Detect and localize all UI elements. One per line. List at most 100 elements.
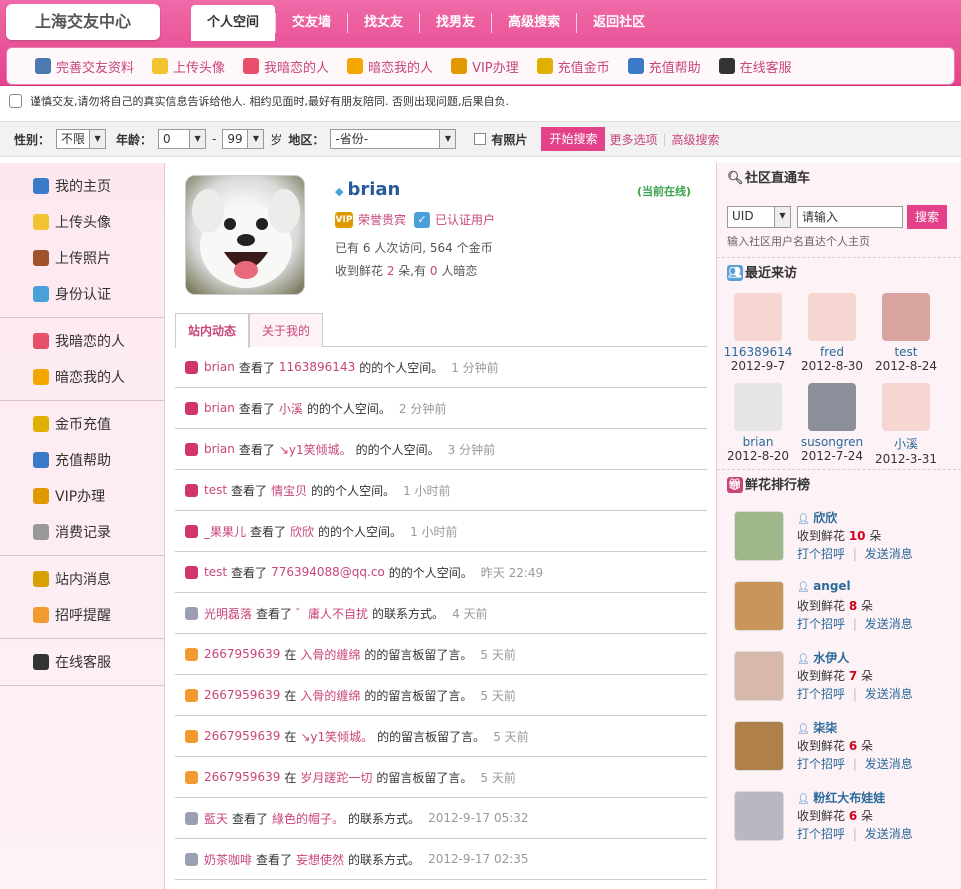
say-hi-link[interactable]: 打个招呼 (797, 827, 845, 841)
feed-target-link[interactable]: 情宝贝 (271, 482, 307, 499)
sidebar-item[interactable]: 充值帮助 (0, 442, 164, 478)
subnav-item-6[interactable]: 充值帮助 (627, 57, 701, 76)
sidebar-item[interactable]: 站内消息 (0, 561, 164, 597)
profile-avatar[interactable] (185, 175, 305, 295)
sidebar-item[interactable]: 我暗恋的人 (0, 323, 164, 359)
visitor-avatar[interactable] (882, 383, 930, 431)
rank-name[interactable]: 👤︎ 粉红大布娃娃 (797, 789, 885, 806)
rank-name[interactable]: 👤︎ 柒柒 (797, 719, 837, 736)
visitor-name[interactable]: 小溪 (869, 435, 943, 452)
feed-user-link[interactable]: brian (204, 401, 235, 415)
feed-user-link[interactable]: brian (204, 442, 235, 456)
uid-select[interactable]: UID ▼ (727, 206, 791, 228)
sidebar-item[interactable]: 金币充值 (0, 406, 164, 442)
age-to-select[interactable]: 99 ▼ (222, 129, 265, 149)
nav-find-girlfriend[interactable]: 找女友 (348, 5, 419, 41)
feed-target-link[interactable]: 1163896143 (279, 360, 355, 374)
rank-avatar[interactable] (734, 721, 784, 771)
send-message-link[interactable]: 发送消息 (865, 687, 913, 701)
visitor-avatar[interactable] (734, 293, 782, 341)
sidebar-item[interactable]: 暗恋我的人 (0, 359, 164, 395)
photo-checkbox[interactable] (474, 133, 487, 145)
visitor-name[interactable]: brian (721, 435, 795, 449)
subnav-item-1[interactable]: 上传头像 (152, 57, 225, 76)
send-message-link[interactable]: 发送消息 (865, 617, 913, 631)
feed-target-link[interactable]: 776394088@qq.co (271, 565, 385, 579)
say-hi-link[interactable]: 打个招呼 (797, 757, 845, 771)
visitor-avatar[interactable] (808, 383, 856, 431)
rank-avatar[interactable] (734, 791, 784, 841)
visitor-card[interactable]: 116389614 2012-9-7 (721, 289, 795, 379)
visitor-card[interactable]: brian 2012-8-20 (721, 379, 795, 469)
visitor-card[interactable]: susongren 2012-7-24 (795, 379, 869, 469)
sidebar-item[interactable]: 上传头像 (0, 204, 164, 240)
more-options-link[interactable]: 更多选项 (609, 131, 657, 148)
sidebar-item[interactable]: 我的主页 (0, 168, 164, 204)
send-message-link[interactable]: 发送消息 (865, 827, 913, 841)
feed-target-link[interactable]: 入骨的缠绵 (300, 687, 360, 704)
tab-about-me[interactable]: 关于我的 (249, 313, 324, 347)
visitor-name[interactable]: fred (795, 345, 869, 359)
crush-count[interactable]: 0 (430, 264, 438, 278)
subnav-item-0[interactable]: 完善交友资料 (35, 57, 134, 76)
feed-target-link[interactable]: ↘y1笑倾城。 (300, 728, 373, 745)
feed-target-link[interactable]: 小溪 (279, 400, 303, 417)
feed-user-link[interactable]: 2667959639 (204, 770, 280, 784)
site-logo[interactable]: 上海交友中心 (6, 4, 160, 40)
visitor-name[interactable]: susongren (795, 435, 869, 449)
feed-user-link[interactable]: test (204, 565, 227, 579)
nav-find-boyfriend[interactable]: 找男友 (420, 5, 491, 41)
visitor-avatar[interactable] (734, 383, 782, 431)
visitor-card[interactable]: 小溪 2012-3-31 (869, 379, 943, 469)
verified-badge[interactable]: ✓ 已认证用户 (414, 211, 495, 228)
vip-badge[interactable]: VIP 荣誉贵宾 (335, 211, 406, 228)
rank-avatar[interactable] (734, 651, 784, 701)
sidebar-item[interactable]: 在线客服 (0, 644, 164, 680)
feed-user-link[interactable]: 奶茶咖啡 (204, 851, 252, 868)
feed-target-link[interactable]: ↘y1笑倾城。 (279, 441, 352, 458)
rank-name[interactable]: 👤︎ 欣欣 (797, 509, 837, 526)
feed-user-link[interactable]: brian (204, 360, 235, 374)
send-message-link[interactable]: 发送消息 (865, 547, 913, 561)
feed-target-link[interactable]: ゛庸人不自扰 (296, 605, 368, 622)
feed-target-link[interactable]: 綠色的帽子。 (272, 810, 344, 827)
feed-user-link[interactable]: 2667959639 (204, 688, 280, 702)
rank-name[interactable]: 👤︎ angel (797, 579, 851, 593)
feed-user-link[interactable]: 2667959639 (204, 729, 280, 743)
nav-personal-space[interactable]: 个人空间 (191, 5, 276, 41)
start-search-button[interactable]: 开始搜索 (541, 127, 606, 151)
gender-select[interactable]: 不限 ▼ (56, 129, 107, 149)
nav-advanced-search[interactable]: 高级搜索 (492, 5, 576, 41)
visitor-avatar[interactable] (808, 293, 856, 341)
subnav-item-4[interactable]: VIP办理 (451, 57, 519, 76)
say-hi-link[interactable]: 打个招呼 (797, 617, 845, 631)
nav-friend-wall[interactable]: 交友墙 (276, 5, 347, 41)
tab-site-activity[interactable]: 站内动态 (175, 313, 250, 348)
subnav-item-7[interactable]: 在线客服 (718, 57, 792, 76)
feed-target-link[interactable]: 欣欣 (290, 523, 314, 540)
feed-user-link[interactable]: test (204, 483, 227, 497)
nav-back-community[interactable]: 返回社区 (577, 5, 661, 41)
area-select[interactable]: -省份- ▼ (330, 129, 457, 149)
sidebar-item[interactable]: 身份认证 (0, 276, 164, 312)
sidebar-item[interactable]: VIP办理 (0, 478, 164, 514)
rank-avatar[interactable] (734, 581, 784, 631)
sidebar-item[interactable]: 上传照片 (0, 240, 164, 276)
rank-name[interactable]: 👤︎ 水伊人 (797, 649, 849, 666)
feed-user-link[interactable]: _果果儿 (204, 523, 246, 540)
age-from-select[interactable]: 0 ▼ (158, 129, 207, 149)
uid-input[interactable]: 请输入 (797, 206, 903, 228)
feed-target-link[interactable]: 岁月蹉跎一切 (300, 769, 372, 786)
visitor-name[interactable]: 116389614 (721, 345, 795, 359)
feed-target-link[interactable]: 妄想使然 (296, 851, 344, 868)
uid-search-button[interactable]: 搜索 (907, 205, 948, 229)
subnav-item-2[interactable]: 我暗恋的人 (243, 57, 329, 76)
say-hi-link[interactable]: 打个招呼 (797, 687, 845, 701)
subnav-item-3[interactable]: 暗恋我的人 (347, 57, 433, 76)
advanced-search-link[interactable]: 高级搜索 (672, 131, 720, 148)
visitor-card[interactable]: test 2012-8-24 (869, 289, 943, 379)
visitor-avatar[interactable] (882, 293, 930, 341)
sidebar-item[interactable]: 招呼提醒 (0, 597, 164, 633)
visitor-name[interactable]: test (869, 345, 943, 359)
sidebar-item[interactable]: 消费记录 (0, 514, 164, 550)
